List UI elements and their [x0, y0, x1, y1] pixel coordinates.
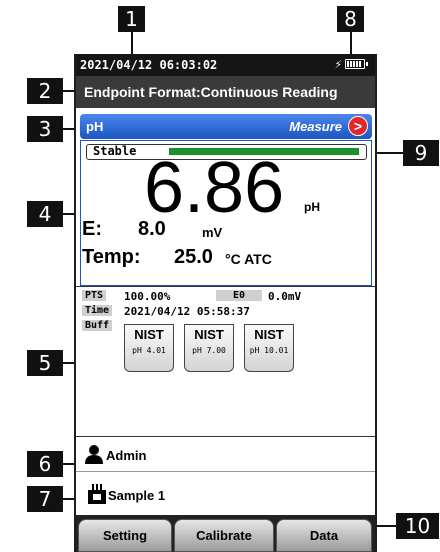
buffer-button-3[interactable]: NIST pH 10.01 [244, 324, 294, 372]
time-tag: Time [82, 305, 113, 316]
callout-5: 5 [27, 350, 63, 376]
buff-tag: Buff [82, 320, 113, 331]
potential-value: 8.0 [138, 218, 166, 240]
mode-header: pH Measure > [80, 114, 372, 139]
potential-label: E: [82, 218, 102, 240]
buffer-button-1[interactable]: NIST pH 4.01 [124, 324, 174, 372]
setting-button[interactable]: Setting [78, 519, 172, 552]
pts-tag: PTS [82, 290, 107, 301]
calibration-time-value: 2021/04/12 05:58:37 [124, 305, 250, 318]
pts-value: 100.00% [124, 290, 171, 303]
callout-2: 2 [27, 78, 63, 104]
user-row[interactable]: Admin [76, 437, 375, 472]
callout-10-line [377, 525, 396, 527]
battery-level-fill [347, 61, 361, 67]
stable-label: Stable [93, 144, 137, 158]
callout-10: 10 [396, 513, 439, 539]
calibrate-button[interactable]: Calibrate [174, 519, 274, 552]
temperature-value: 25.0 [174, 246, 213, 268]
person-icon [85, 445, 103, 464]
ph-reading: 6.86 [144, 152, 284, 224]
data-button[interactable]: Data [276, 519, 372, 552]
callout-1-line [131, 32, 133, 56]
buffer-value: pH 4.01 [132, 346, 166, 355]
ph-unit: pH [304, 200, 320, 214]
buffer-standard: NIST [134, 327, 164, 342]
callout-1: 1 [118, 6, 145, 32]
buffer-value: pH 7.00 [192, 346, 226, 355]
callout-8: 8 [337, 6, 364, 32]
callout-7: 7 [27, 486, 63, 512]
temperature-unit: °C ATC [225, 251, 272, 267]
status-bar: 2021/04/12 06:03:02 ⚡ [76, 54, 375, 76]
buffer-button-2[interactable]: NIST pH 7.00 [184, 324, 234, 372]
measure-arrow-button[interactable]: > [348, 116, 368, 136]
sample-row[interactable]: Sample 1 [76, 472, 375, 515]
buffer-standard: NIST [194, 327, 224, 342]
device-screen: 2021/04/12 06:03:02 ⚡ Endpoint Format:Co… [74, 54, 377, 552]
endpoint-format-label: Endpoint Format:Continuous Reading [84, 84, 338, 100]
callout-6: 6 [27, 451, 63, 477]
datetime: 2021/04/12 06:03:02 [80, 58, 218, 72]
mode-name: pH [86, 119, 104, 134]
sample-bottle-icon [88, 484, 106, 504]
callout-9: 9 [403, 140, 439, 166]
right-arrow-icon: > [353, 118, 363, 134]
softkey-bar: Setting Calibrate Data [76, 515, 375, 552]
temperature-label: Temp: [82, 246, 141, 268]
sample-name: Sample 1 [108, 488, 166, 503]
e0-tag: E0 [216, 290, 262, 301]
ph-value: 6.86 [144, 148, 285, 228]
lightning-bolt-icon: ⚡ [334, 57, 342, 71]
e0-value: 0.0mV [268, 290, 302, 303]
callout-3: 3 [27, 116, 63, 142]
mode-status: Measure [289, 119, 342, 134]
potential-unit: mV [202, 225, 223, 240]
user-name: Admin [106, 448, 147, 463]
battery-full-icon [345, 59, 368, 69]
title-bar: Endpoint Format:Continuous Reading [76, 76, 375, 108]
buffer-value: pH 10.01 [249, 346, 289, 355]
callout-4: 4 [27, 201, 63, 227]
buffer-standard: NIST [254, 327, 284, 342]
